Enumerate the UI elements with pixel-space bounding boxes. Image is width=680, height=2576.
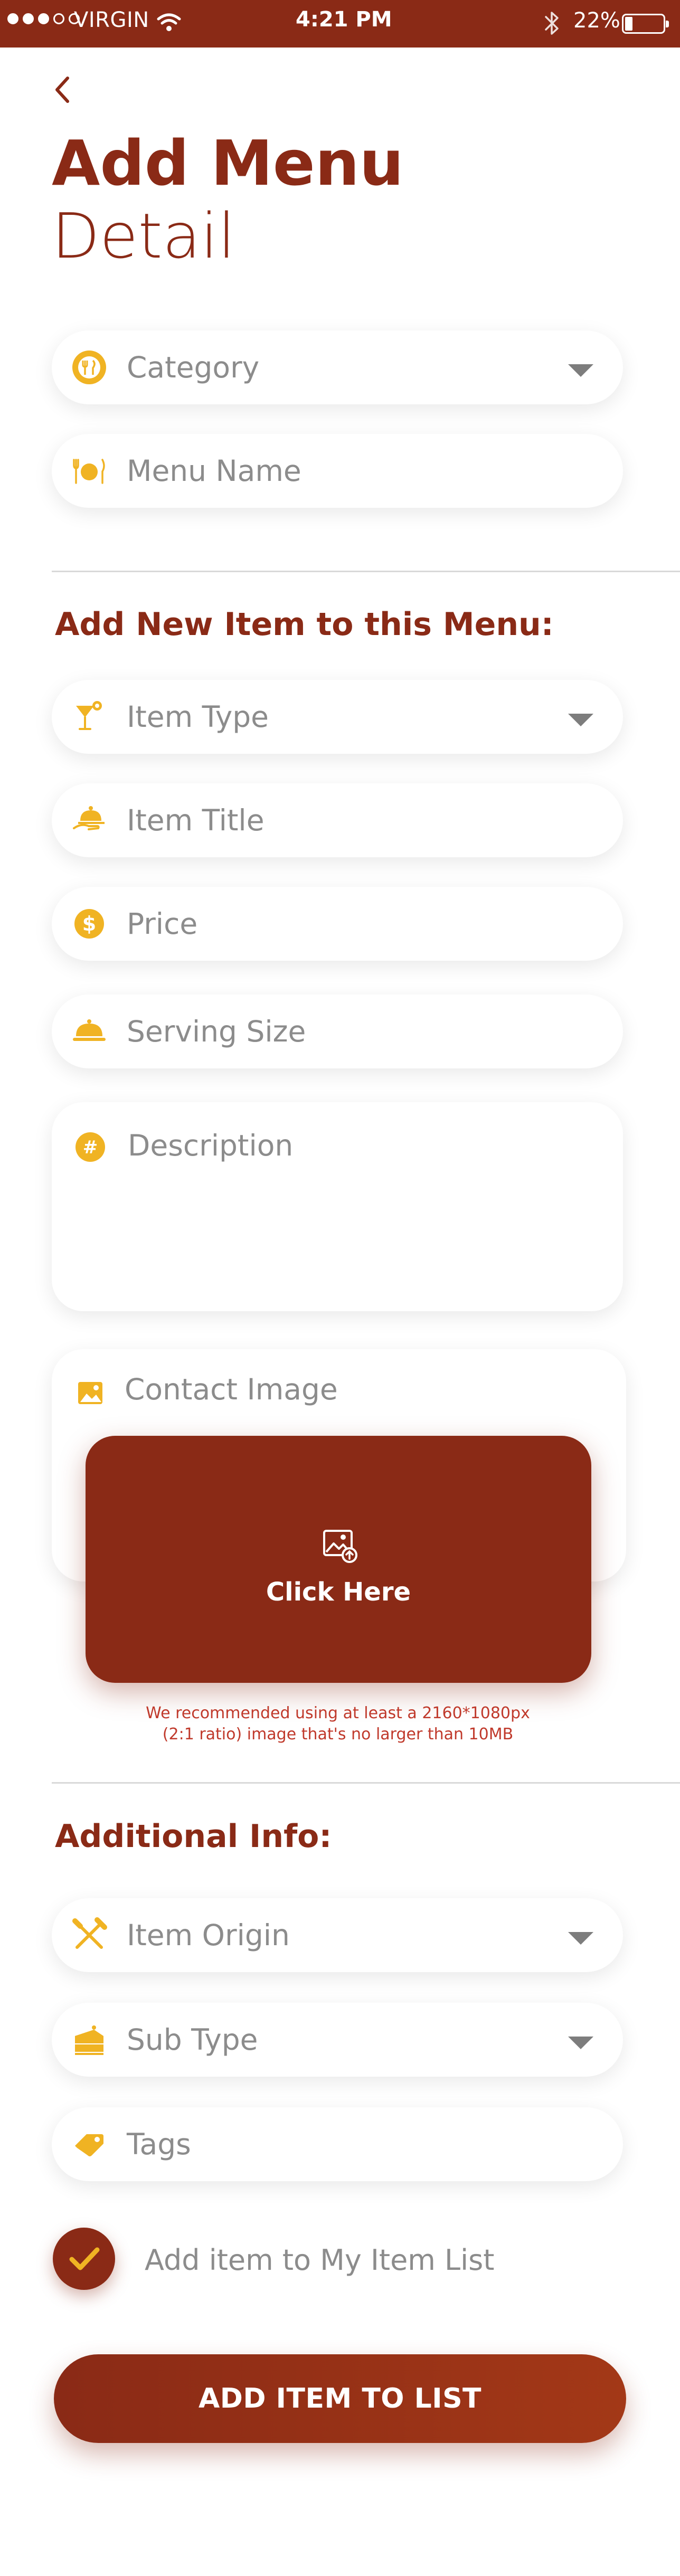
page-title: Add Menu — [52, 127, 404, 200]
serving-size-input[interactable]: Serving Size — [52, 995, 623, 1068]
chevron-down-icon — [568, 1932, 593, 1945]
serving-size-placeholder: Serving Size — [127, 1015, 306, 1048]
bluetooth-icon — [544, 10, 560, 42]
tags-placeholder: Tags — [127, 2127, 191, 2161]
upload-label: Click Here — [266, 1577, 411, 1607]
item-type-select[interactable]: Item Type — [52, 680, 623, 754]
divider — [52, 1782, 680, 1784]
image-upload-button[interactable]: Click Here — [86, 1436, 591, 1683]
svg-text:#: # — [83, 1137, 98, 1158]
category-select[interactable]: Category — [52, 330, 623, 404]
section-heading-additional: Additional Info: — [55, 1818, 332, 1855]
page-subtitle: Detail — [52, 200, 235, 272]
back-button[interactable] — [50, 73, 76, 107]
menu-name-placeholder: Menu Name — [127, 454, 301, 488]
wifi-icon — [156, 12, 182, 35]
divider — [52, 571, 680, 572]
tag-icon — [71, 2126, 108, 2163]
my-item-list-label: Add item to My Item List — [145, 2243, 495, 2277]
image-hint-line-1: We recommended using at least a 2160*108… — [146, 1704, 530, 1722]
carrier-name: VIRGIN — [74, 8, 149, 32]
cloche-icon — [71, 1013, 108, 1050]
item-title-input[interactable]: Item Title — [52, 783, 623, 857]
cutlery-icon — [71, 452, 108, 489]
contact-image-label: Contact Image — [125, 1372, 338, 1406]
cake-icon — [71, 2021, 108, 2058]
category-icon — [71, 349, 108, 386]
check-icon — [69, 2247, 100, 2270]
svg-text:$: $ — [82, 912, 96, 935]
item-title-placeholder: Item Title — [127, 803, 265, 837]
crossed-utensils-icon — [71, 1917, 108, 1954]
menu-name-input[interactable]: Menu Name — [52, 434, 623, 508]
sub-type-select[interactable]: Sub Type — [52, 2003, 623, 2077]
section-heading-new-item: Add New Item to this Menu: — [55, 606, 554, 643]
cocktail-icon — [71, 698, 108, 735]
image-upload-icon — [322, 1529, 358, 1566]
chevron-left-icon — [55, 77, 69, 103]
chevron-down-icon — [568, 714, 593, 726]
add-item-to-list-button[interactable]: ADD ITEM TO LIST — [54, 2354, 626, 2443]
price-input[interactable]: $ Price — [52, 887, 623, 961]
serving-hand-icon — [71, 802, 108, 839]
description-placeholder: Description — [128, 1129, 294, 1162]
clock: 4:21 PM — [296, 7, 392, 32]
price-placeholder: Price — [127, 907, 198, 941]
image-icon — [76, 1379, 105, 1409]
dollar-icon: $ — [71, 905, 108, 942]
tags-input[interactable]: Tags — [52, 2107, 623, 2181]
signal-strength-icon — [7, 13, 80, 24]
item-origin-placeholder: Item Origin — [127, 1918, 290, 1952]
image-hint-line-2: (2:1 ratio) image that's no larger than … — [162, 1725, 514, 1744]
status-bar: VIRGIN 4:21 PM 22% — [0, 0, 680, 48]
my-item-list-checkbox[interactable] — [53, 2228, 115, 2290]
chevron-down-icon — [568, 2037, 593, 2049]
battery-icon — [622, 14, 669, 34]
item-type-placeholder: Item Type — [127, 700, 269, 734]
battery-percent: 22% — [573, 8, 620, 33]
chevron-down-icon — [568, 364, 593, 377]
description-textarea[interactable]: # Description — [52, 1102, 623, 1311]
sub-type-placeholder: Sub Type — [127, 2023, 258, 2057]
hashtag-icon: # — [72, 1129, 109, 1168]
category-placeholder: Category — [127, 351, 260, 384]
item-origin-select[interactable]: Item Origin — [52, 1898, 623, 1972]
